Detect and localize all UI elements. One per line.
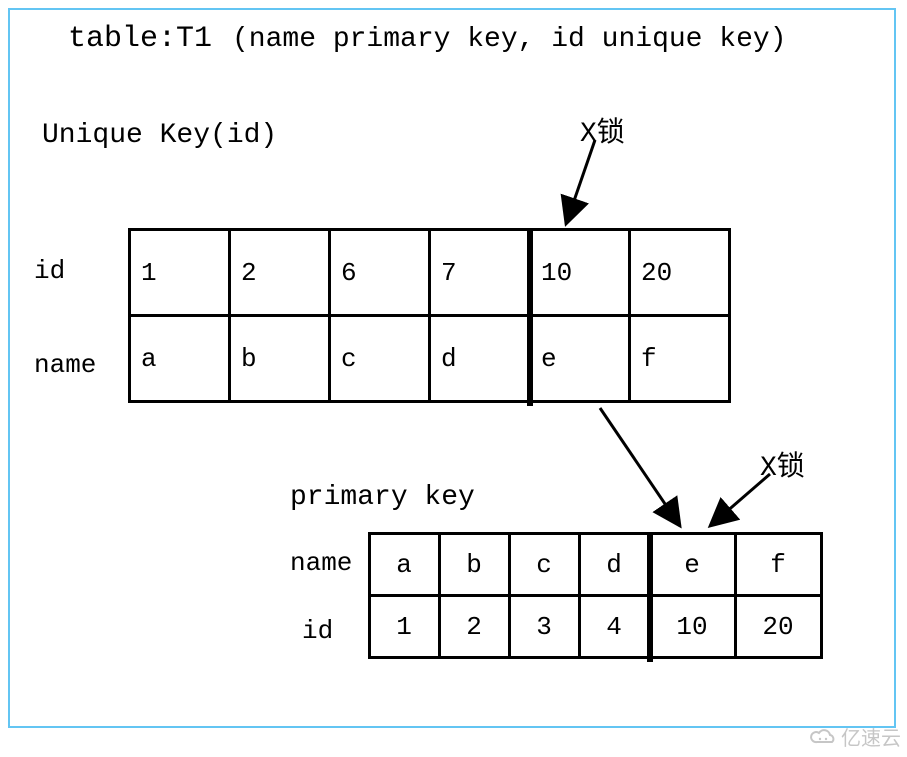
table1-cell: 20 — [630, 230, 730, 316]
table-title-prefix: table:T1 — [68, 22, 212, 56]
table1-cell: e — [530, 316, 630, 402]
table2-highlight-left — [647, 532, 653, 662]
table1-rowlabel-name: name — [34, 350, 96, 380]
primary-key-table: abcdef 12341020 — [368, 532, 823, 659]
table2-cell: b — [440, 534, 510, 596]
table2-rowlabel-id: id — [302, 616, 333, 646]
table2-cell: 3 — [510, 596, 580, 658]
table2-cell: a — [370, 534, 440, 596]
cloud-icon — [809, 727, 837, 747]
table1-rowlabel-id: id — [34, 256, 65, 286]
table2-cell: 4 — [580, 596, 650, 658]
table2-cell: 20 — [736, 596, 822, 658]
table1-cell: f — [630, 316, 730, 402]
table2-cell: 10 — [650, 596, 736, 658]
table2-cell: c — [510, 534, 580, 596]
table1-cell: 10 — [530, 230, 630, 316]
arrow-top — [540, 140, 620, 235]
table1-cell: 2 — [230, 230, 330, 316]
table2-cell: d — [580, 534, 650, 596]
table1-cell: b — [230, 316, 330, 402]
table2-cell: e — [650, 534, 736, 596]
table2-cell: f — [736, 534, 822, 596]
table2-rowlabel-name: name — [290, 548, 352, 578]
table1-cell: 1 — [130, 230, 230, 316]
unique-key-label: Unique Key(id) — [42, 120, 277, 151]
table1-cell: d — [430, 316, 530, 402]
page: table:T1 (name primary key, id unique ke… — [0, 0, 907, 757]
table1-cell: 6 — [330, 230, 430, 316]
watermark: 亿速云 — [809, 722, 901, 751]
table1-cell: c — [330, 316, 430, 402]
table-title-suffix: (name primary key, id unique key) — [232, 24, 787, 55]
table1-cell: a — [130, 316, 230, 402]
primary-key-label: primary key — [290, 482, 475, 513]
table2-cell: 2 — [440, 596, 510, 658]
table1-highlight-left — [527, 228, 533, 406]
table1-cell: 7 — [430, 230, 530, 316]
unique-key-table: 12671020 abcdef — [128, 228, 731, 403]
watermark-text: 亿速云 — [841, 722, 901, 751]
table2-cell: 1 — [370, 596, 440, 658]
arrow-bottom-group — [600, 408, 800, 538]
